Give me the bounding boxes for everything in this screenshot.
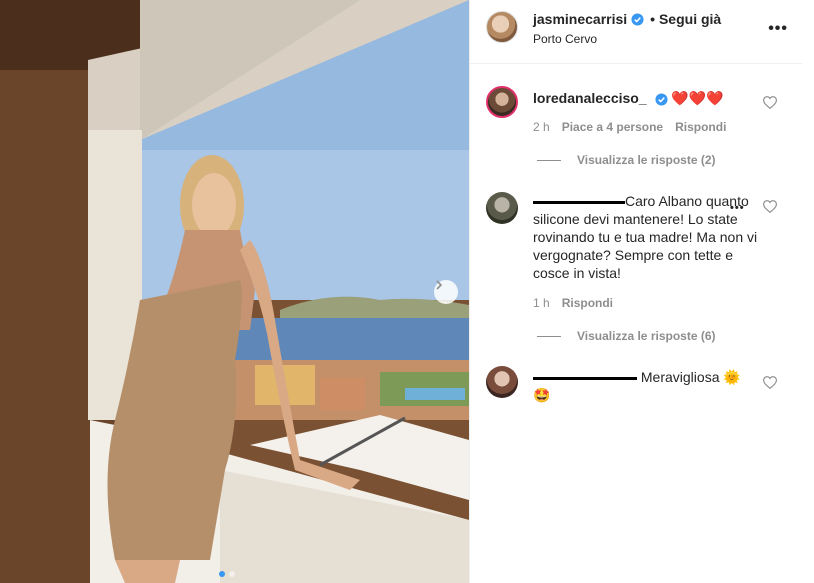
verified-badge-icon: [654, 93, 668, 106]
reply-button[interactable]: Rispondi: [562, 296, 613, 310]
post-photo[interactable]: [0, 0, 469, 583]
comment-body: Caro Albano quanto silicone devi mantene…: [533, 192, 763, 282]
next-photo-button[interactable]: [434, 280, 458, 304]
commenter-avatar[interactable]: [486, 192, 518, 224]
comment-username[interactable]: loredanalecciso_: [533, 90, 647, 106]
redacted-username: [533, 200, 625, 204]
comment-text: ❤️❤️❤️: [671, 90, 724, 106]
author-username[interactable]: jasminecarrisi: [533, 11, 627, 27]
post-sidebar: jasminecarrisi • Segui già Porto Cervo •…: [469, 0, 802, 583]
heart-outline-icon[interactable]: [763, 96, 777, 109]
post-location[interactable]: Porto Cervo: [533, 32, 597, 46]
author-avatar[interactable]: [486, 11, 518, 43]
comment-meta: 1 h Rispondi: [533, 296, 613, 310]
comment-body: loredanalecciso_ ❤️❤️❤️: [533, 89, 763, 107]
chevron-right-icon: [436, 280, 443, 290]
carousel-indicator: [219, 571, 235, 577]
author-row: jasminecarrisi • Segui già: [533, 11, 721, 27]
redacted-username: [533, 376, 637, 380]
replies-divider: [537, 335, 561, 337]
view-replies-label: Visualizza le risposte (6): [577, 329, 716, 343]
comment-time[interactable]: 2 h: [533, 120, 550, 134]
heart-outline-icon[interactable]: [763, 376, 777, 389]
comment-body: Meravigliosa 🌞 🤩: [533, 368, 763, 404]
follow-status[interactable]: • Segui già: [650, 11, 721, 27]
replies-divider: [537, 159, 561, 161]
commenter-avatar[interactable]: [486, 86, 518, 118]
view-replies-label: Visualizza le risposte (2): [577, 153, 716, 167]
carousel-dot: [229, 571, 235, 577]
post-options-button[interactable]: •••: [768, 20, 788, 38]
commenter-avatar[interactable]: [486, 366, 518, 398]
comment-meta: 2 h Piace a 4 persone Rispondi: [533, 120, 726, 134]
view-replies-button[interactable]: Visualizza le risposte (6): [537, 329, 716, 343]
comment-likes[interactable]: Piace a 4 persone: [562, 120, 663, 134]
post-header: jasminecarrisi • Segui già Porto Cervo •…: [470, 0, 802, 64]
view-replies-button[interactable]: Visualizza le risposte (2): [537, 153, 716, 167]
verified-badge-icon: [631, 12, 644, 26]
comment-emoji: 🤩: [533, 387, 551, 403]
heart-outline-icon[interactable]: [763, 200, 777, 213]
comment-text: Caro Albano quanto silicone devi mantene…: [533, 193, 758, 281]
carousel-dot-active: [219, 571, 225, 577]
photo-illustration: [0, 0, 469, 583]
comment-time[interactable]: 1 h: [533, 296, 550, 310]
reply-button[interactable]: Rispondi: [675, 120, 726, 134]
comment-options-button[interactable]: •••: [730, 202, 745, 214]
comment-text: Meravigliosa 🌞: [640, 369, 741, 385]
